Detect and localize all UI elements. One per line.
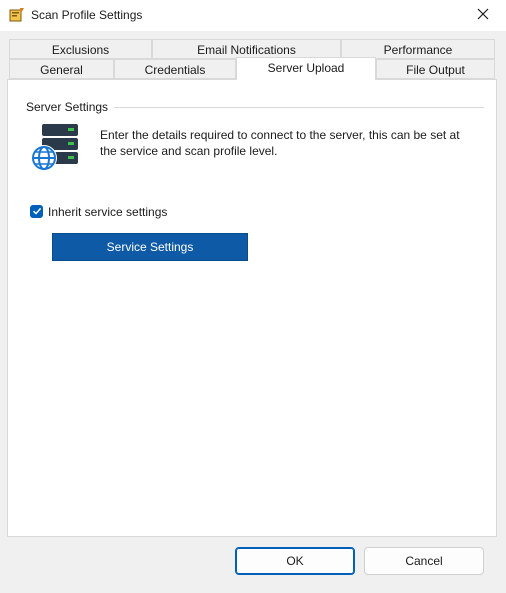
group-title: Server Settings: [26, 100, 109, 114]
window-title: Scan Profile Settings: [31, 8, 143, 22]
ok-button[interactable]: OK: [235, 547, 355, 575]
tab-exclusions[interactable]: Exclusions: [9, 39, 152, 59]
service-settings-label: Service Settings: [106, 240, 194, 254]
server-globe-icon: [30, 122, 82, 174]
tab-label: File Output: [406, 63, 465, 77]
inherit-service-settings-checkbox[interactable]: [30, 205, 43, 218]
tab-label: Performance: [383, 43, 453, 57]
server-upload-panel: Server Settings Enter the details requir…: [7, 79, 497, 537]
tab-label: General: [40, 63, 83, 77]
title-bar: Scan Profile Settings: [0, 0, 506, 31]
tab-server-upload[interactable]: Server Upload: [236, 57, 376, 80]
tab-email-notifications[interactable]: Email Notifications: [152, 39, 341, 59]
tab-file-output[interactable]: File Output: [376, 59, 495, 79]
group-divider: [114, 107, 484, 108]
checkmark-icon: [32, 205, 42, 219]
inherit-service-settings-label[interactable]: Inherit service settings: [48, 205, 167, 219]
scan-profile-icon: [9, 7, 25, 23]
description-text: Enter the details required to connect to…: [100, 128, 460, 158]
cancel-label: Cancel: [405, 554, 443, 568]
cancel-button[interactable]: Cancel: [364, 547, 484, 575]
tab-performance[interactable]: Performance: [341, 39, 495, 59]
tab-label: Server Upload: [267, 61, 345, 75]
tab-general[interactable]: General: [9, 59, 114, 79]
tab-label: Credentials: [144, 63, 206, 77]
ok-label: OK: [286, 554, 304, 568]
close-button[interactable]: [460, 0, 506, 31]
tab-credentials[interactable]: Credentials: [114, 59, 236, 79]
service-settings-button[interactable]: Service Settings: [52, 233, 248, 261]
tab-label: Email Notifications: [197, 43, 296, 57]
settings-window: Scan Profile Settings Exclusions Email N…: [0, 0, 506, 593]
tab-label: Exclusions: [51, 43, 110, 57]
close-icon: [477, 8, 489, 23]
